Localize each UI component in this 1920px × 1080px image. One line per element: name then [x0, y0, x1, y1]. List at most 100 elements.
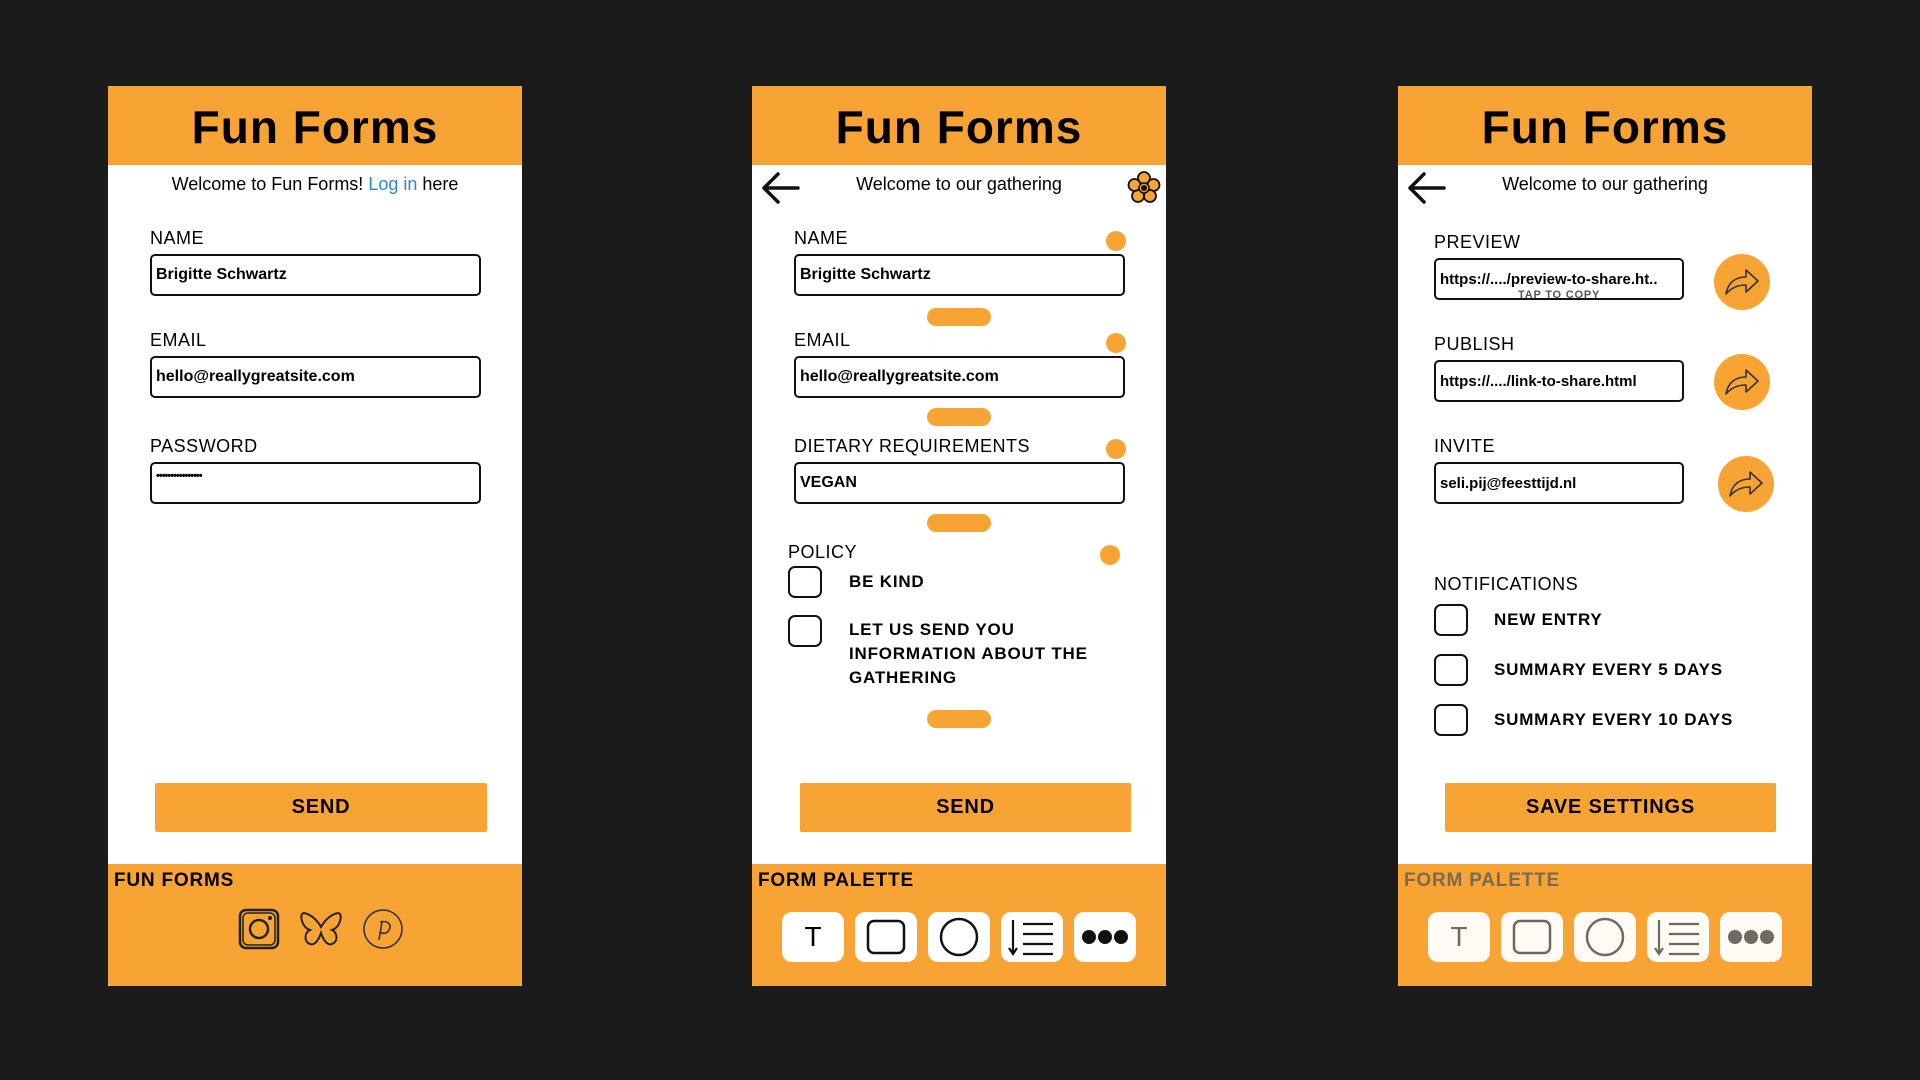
gathering-form-screen: Fun Forms Welcome to our gathering NAME … — [752, 86, 1166, 986]
new-entry-checkbox[interactable] — [1434, 604, 1468, 636]
dietary-input[interactable] — [800, 474, 1119, 492]
circle-icon — [1585, 917, 1625, 957]
form-palette: FORM PALETTE T — [1398, 864, 1812, 986]
invite-email-input[interactable] — [1440, 474, 1678, 492]
name-drag-handle[interactable] — [927, 308, 991, 326]
welcome-text: Welcome to our gathering — [1502, 174, 1708, 194]
publish-label: PUBLISH — [1434, 334, 1515, 354]
invite-send-button[interactable] — [1718, 456, 1774, 512]
name-input[interactable] — [156, 266, 475, 284]
publish-link-field[interactable]: https://..../link-to-share.html — [1434, 360, 1684, 402]
signup-screen: Fun Forms Welcome to Fun Forms! Log in h… — [108, 86, 522, 986]
list-tool[interactable] — [1001, 912, 1063, 962]
send-button[interactable]: SEND — [800, 783, 1131, 832]
palette-title: FORM PALETTE — [1404, 870, 1560, 891]
save-settings-button[interactable]: SAVE SETTINGS — [1445, 783, 1776, 832]
radio-tool[interactable] — [928, 912, 990, 962]
app-header: Fun Forms — [752, 86, 1166, 165]
password-label: PASSWORD — [150, 436, 258, 456]
email-label: EMAIL — [150, 330, 207, 350]
radio-tool[interactable] — [1574, 912, 1636, 962]
email-label: EMAIL — [794, 330, 851, 350]
name-input[interactable] — [800, 266, 1119, 284]
name-field[interactable] — [794, 254, 1125, 296]
login-link[interactable]: Log in — [368, 174, 417, 194]
palette-title: FORM PALETTE — [758, 870, 914, 891]
email-field[interactable] — [794, 356, 1125, 398]
welcome-suffix: here — [417, 174, 459, 194]
invite-email-field[interactable] — [1434, 462, 1684, 504]
text-tool[interactable]: T — [1428, 912, 1490, 962]
palette-tools: T — [1428, 912, 1782, 962]
welcome-prefix: Welcome to Fun Forms! — [171, 174, 369, 194]
email-drag-handle[interactable] — [927, 408, 991, 426]
password-field[interactable]: •••••••••••••••• — [150, 462, 481, 504]
new-entry-label: NEW ENTRY — [1494, 610, 1603, 629]
name-label: NAME — [150, 228, 205, 248]
summary-5-days-checkbox[interactable] — [1434, 654, 1468, 686]
checkbox-tool[interactable] — [855, 912, 917, 962]
preview-share-button[interactable] — [1714, 254, 1770, 310]
circle-icon — [939, 917, 979, 957]
share-arrow-icon — [1725, 369, 1759, 395]
list-tool[interactable] — [1647, 912, 1709, 962]
instagram-icon[interactable] — [236, 906, 282, 952]
policy-drag-handle[interactable] — [927, 710, 991, 728]
pinterest-icon[interactable] — [360, 906, 406, 952]
dietary-status-dot — [1106, 439, 1126, 459]
app-header: Fun Forms — [108, 86, 522, 165]
email-input[interactable] — [156, 368, 475, 386]
text-tool[interactable]: T — [782, 912, 844, 962]
share-settings-screen: Fun Forms Welcome to our gathering PREVI… — [1398, 86, 1812, 986]
share-arrow-icon — [1729, 471, 1763, 497]
form-palette: FORM PALETTE T — [752, 864, 1166, 986]
app-title: Fun Forms — [835, 100, 1083, 153]
summary-5-days-label: SUMMARY EVERY 5 DAYS — [1494, 660, 1723, 679]
square-icon — [866, 919, 906, 955]
text-tool-icon: T — [1450, 921, 1468, 952]
summary-10-days-label: SUMMARY EVERY 10 DAYS — [1494, 710, 1734, 729]
preview-label: PREVIEW — [1434, 232, 1521, 252]
more-tool[interactable] — [1720, 912, 1782, 962]
text-tool-icon: T — [804, 921, 822, 952]
be-kind-checkbox[interactable] — [788, 566, 822, 598]
email-status-dot — [1106, 333, 1126, 353]
square-icon — [1512, 919, 1552, 955]
be-kind-label: BE KIND — [849, 572, 925, 591]
password-value: •••••••••••••••• — [156, 470, 203, 482]
email-input[interactable] — [800, 368, 1119, 386]
policy-label: POLICY — [788, 542, 858, 562]
publish-link: https://..../link-to-share.html — [1440, 372, 1637, 390]
send-info-checkbox[interactable] — [788, 615, 822, 647]
dietary-label: DIETARY REQUIREMENTS — [794, 436, 1031, 456]
policy-status-dot — [1100, 545, 1120, 565]
list-icon — [1008, 920, 1053, 956]
dietary-field[interactable] — [794, 462, 1125, 504]
email-field[interactable] — [150, 356, 481, 398]
summary-10-days-checkbox[interactable] — [1434, 704, 1468, 736]
send-button[interactable]: SEND — [155, 783, 487, 832]
footer: FUN FORMS — [108, 864, 522, 986]
welcome-text: Welcome to Fun Forms! Log in here — [108, 174, 522, 195]
share-arrow-icon — [1725, 269, 1759, 295]
butterfly-icon[interactable] — [298, 906, 344, 952]
more-dots-icon — [1728, 930, 1774, 944]
preview-link: https://..../preview-to-share.ht.. — [1440, 270, 1658, 288]
footer-title: FUN FORMS — [114, 870, 235, 891]
name-field[interactable] — [150, 254, 481, 296]
more-dots-icon — [1082, 930, 1128, 944]
dietary-drag-handle[interactable] — [927, 514, 991, 532]
list-icon — [1654, 920, 1699, 956]
welcome-text: Welcome to our gathering — [856, 174, 1062, 194]
notifications-label: NOTIFICATIONS — [1434, 574, 1579, 594]
send-info-label: LET US SEND YOU INFORMATION ABOUT THE GA… — [849, 620, 1088, 687]
checkbox-tool[interactable] — [1501, 912, 1563, 962]
name-label: NAME — [794, 228, 849, 248]
more-tool[interactable] — [1074, 912, 1136, 962]
tap-to-copy-hint: TAP TO COPY — [1518, 289, 1601, 301]
app-title: Fun Forms — [1481, 100, 1729, 153]
name-status-dot — [1106, 231, 1126, 251]
publish-share-button[interactable] — [1714, 354, 1770, 410]
flower-icon — [1127, 171, 1161, 203]
app-title: Fun Forms — [191, 100, 439, 153]
